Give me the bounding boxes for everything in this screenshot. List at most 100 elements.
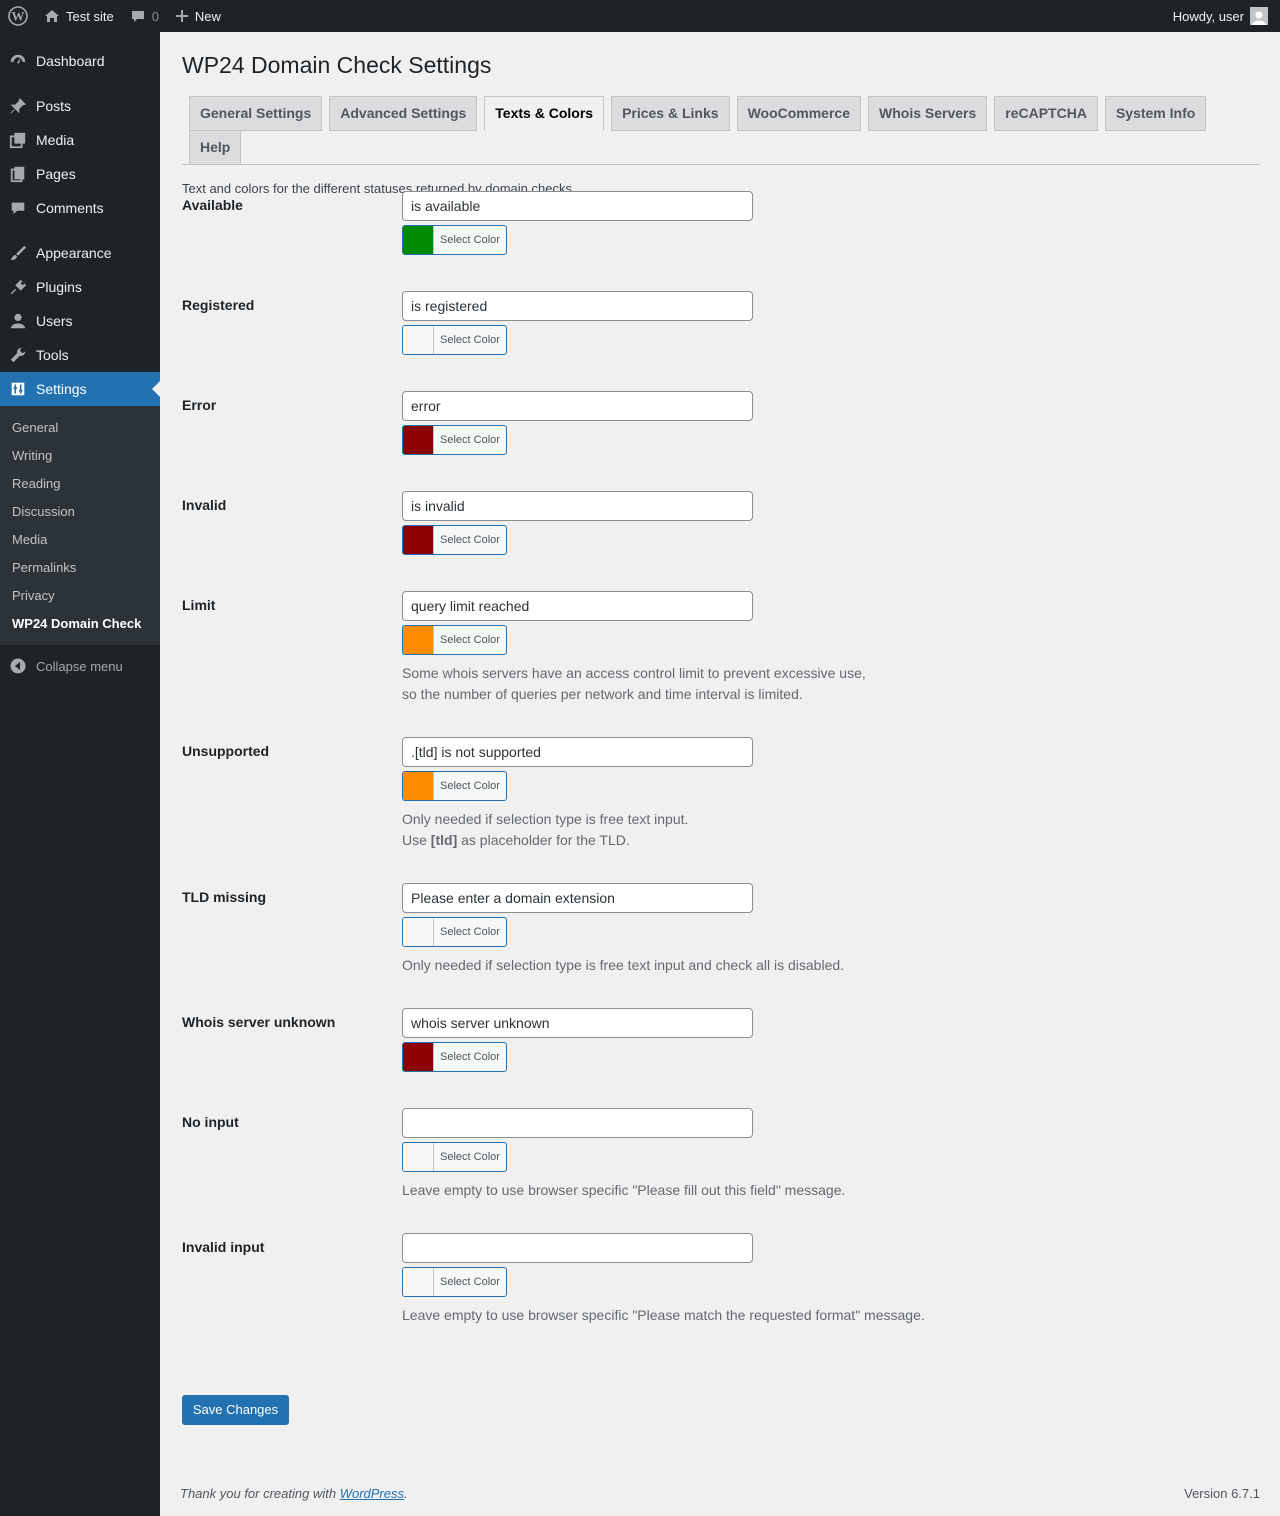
field-description: Leave empty to use browser specific "Ple… xyxy=(402,1180,1260,1201)
submenu-item-general[interactable]: General xyxy=(0,413,160,441)
color-swatch xyxy=(403,771,434,800)
tld-placeholder-code: [tld] xyxy=(430,831,458,848)
tab-help[interactable]: Help xyxy=(189,129,242,165)
page-title: WP24 Domain Check Settings xyxy=(182,52,492,78)
select-color-button[interactable]: Select Color xyxy=(402,624,507,655)
my-account-link[interactable]: Howdy, user xyxy=(1165,0,1268,32)
menu-label: Plugins xyxy=(36,279,82,295)
tab-system-info[interactable]: System Info xyxy=(1104,95,1207,131)
tab-texts-colors[interactable]: Texts & Colors xyxy=(484,95,605,131)
collapse-menu-button[interactable]: Collapse menu xyxy=(0,649,160,683)
select-color-button[interactable]: Select Color xyxy=(402,770,507,801)
media-icon xyxy=(0,131,36,149)
wordpress-link[interactable]: WordPress xyxy=(340,1486,404,1501)
status-text-input[interactable] xyxy=(402,290,753,321)
status-text-input[interactable] xyxy=(402,490,753,521)
pages-icon xyxy=(0,165,36,183)
select-color-button[interactable]: Select Color xyxy=(402,324,507,355)
tab-whois-servers[interactable]: Whois Servers xyxy=(868,95,988,131)
status-text-input[interactable] xyxy=(402,1007,753,1038)
select-color-button[interactable]: Select Color xyxy=(402,424,507,455)
submenu-item-permalinks[interactable]: Permalinks xyxy=(0,553,160,581)
select-color-button[interactable]: Select Color xyxy=(402,916,507,947)
menu-item-comments[interactable]: Comments xyxy=(0,191,160,225)
menu-label: Posts xyxy=(36,98,72,114)
status-text-input[interactable] xyxy=(402,190,753,221)
description-line: so the number of queries per network and… xyxy=(402,685,803,702)
menu-label: Dashboard xyxy=(36,53,105,69)
menu-item-media[interactable]: Media xyxy=(0,123,160,157)
setting-row: Registered Select Color xyxy=(182,290,1260,355)
description-line-end: as placeholder for the TLD. xyxy=(457,831,630,848)
status-text-input[interactable] xyxy=(402,882,753,913)
submenu-item-reading[interactable]: Reading xyxy=(0,469,160,497)
field-description: Only needed if selection type is free te… xyxy=(402,955,1260,976)
menu-item-settings[interactable]: Settings xyxy=(0,372,160,406)
status-text-input[interactable] xyxy=(402,1107,753,1138)
color-swatch xyxy=(403,525,434,554)
status-text-input[interactable] xyxy=(402,1232,753,1263)
submenu-item-wp24-domain-check[interactable]: WP24 Domain Check xyxy=(0,609,160,637)
select-color-button[interactable]: Select Color xyxy=(402,1266,507,1297)
comments-link[interactable]: 0 xyxy=(122,0,167,32)
select-color-button[interactable]: Select Color xyxy=(402,1141,507,1172)
site-name-link[interactable]: Test site xyxy=(36,0,122,32)
setting-field: Select Color Some whois servers have an a… xyxy=(402,590,1260,705)
save-changes-button[interactable]: Save Changes xyxy=(182,1394,289,1425)
setting-field: Select Color Only needed if selection typ… xyxy=(402,736,1260,851)
status-text-input[interactable] xyxy=(402,590,753,621)
submenu-item-media[interactable]: Media xyxy=(0,525,160,553)
comment-icon xyxy=(0,199,36,217)
tab-prices-links[interactable]: Prices & Links xyxy=(611,95,730,131)
brush-icon xyxy=(0,244,36,262)
setting-label: TLD missing xyxy=(182,888,267,905)
menu-label: Comments xyxy=(36,200,104,216)
field-description: Some whois servers have an access contro… xyxy=(402,663,1260,705)
select-color-button[interactable]: Select Color xyxy=(402,224,507,255)
menu-item-plugins[interactable]: Plugins xyxy=(0,270,160,304)
description-line: Only needed if selection type is free te… xyxy=(402,810,689,827)
setting-field: Select Color Only needed if selection typ… xyxy=(402,882,1260,976)
setting-row: Invalid input Select Color Leave empty to … xyxy=(182,1232,1260,1326)
menu-item-tools[interactable]: Tools xyxy=(0,338,160,372)
tab-advanced-settings[interactable]: Advanced Settings xyxy=(329,95,478,131)
main-content: WP24 Domain Check Settings General Setti… xyxy=(182,32,1260,1425)
new-content-link[interactable]: New xyxy=(167,0,229,32)
select-color-label: Select Color xyxy=(440,433,500,446)
tab-general-settings[interactable]: General Settings xyxy=(189,95,323,131)
color-swatch xyxy=(403,1267,434,1296)
admin-bar: W Test site 0 New Howdy, user xyxy=(0,0,1280,32)
setting-row: Invalid Select Color xyxy=(182,490,1260,555)
plug-icon xyxy=(0,278,36,296)
select-color-button[interactable]: Select Color xyxy=(402,1041,507,1072)
wordpress-logo-icon[interactable]: W xyxy=(0,0,36,32)
tab-woocommerce[interactable]: WooCommerce xyxy=(736,95,861,131)
status-text-input[interactable] xyxy=(402,390,753,421)
menu-item-posts[interactable]: Posts xyxy=(0,89,160,123)
menu-item-dashboard[interactable]: Dashboard xyxy=(0,44,160,78)
setting-row: Whois server unknown Select Color xyxy=(182,1007,1260,1072)
setting-label: Registered xyxy=(182,296,255,313)
submenu-item-writing[interactable]: Writing xyxy=(0,441,160,469)
select-color-label: Select Color xyxy=(440,233,500,246)
color-swatch xyxy=(403,917,434,946)
status-text-input[interactable] xyxy=(402,736,753,767)
menu-label: Settings xyxy=(36,381,87,397)
footer-thanks-text: Thank you for creating with xyxy=(180,1486,340,1501)
tab-recaptcha[interactable]: reCAPTCHA xyxy=(994,95,1098,131)
menu-item-users[interactable]: Users xyxy=(0,304,160,338)
setting-field: Select Color xyxy=(402,1007,1260,1072)
menu-label: Media xyxy=(36,132,75,148)
menu-label: Pages xyxy=(36,166,76,182)
avatar xyxy=(1250,7,1268,25)
menu-item-appearance[interactable]: Appearance xyxy=(0,236,160,270)
select-color-button[interactable]: Select Color xyxy=(402,524,507,555)
description-line: Only needed if selection type is free te… xyxy=(402,956,845,973)
settings-submenu: General Writing Reading Discussion Media… xyxy=(0,406,160,645)
field-description: Leave empty to use browser specific "Ple… xyxy=(402,1305,1260,1326)
select-color-label: Select Color xyxy=(440,1050,500,1063)
submenu-item-discussion[interactable]: Discussion xyxy=(0,497,160,525)
submenu-item-privacy[interactable]: Privacy xyxy=(0,581,160,609)
menu-item-pages[interactable]: Pages xyxy=(0,157,160,191)
color-swatch xyxy=(403,625,434,654)
